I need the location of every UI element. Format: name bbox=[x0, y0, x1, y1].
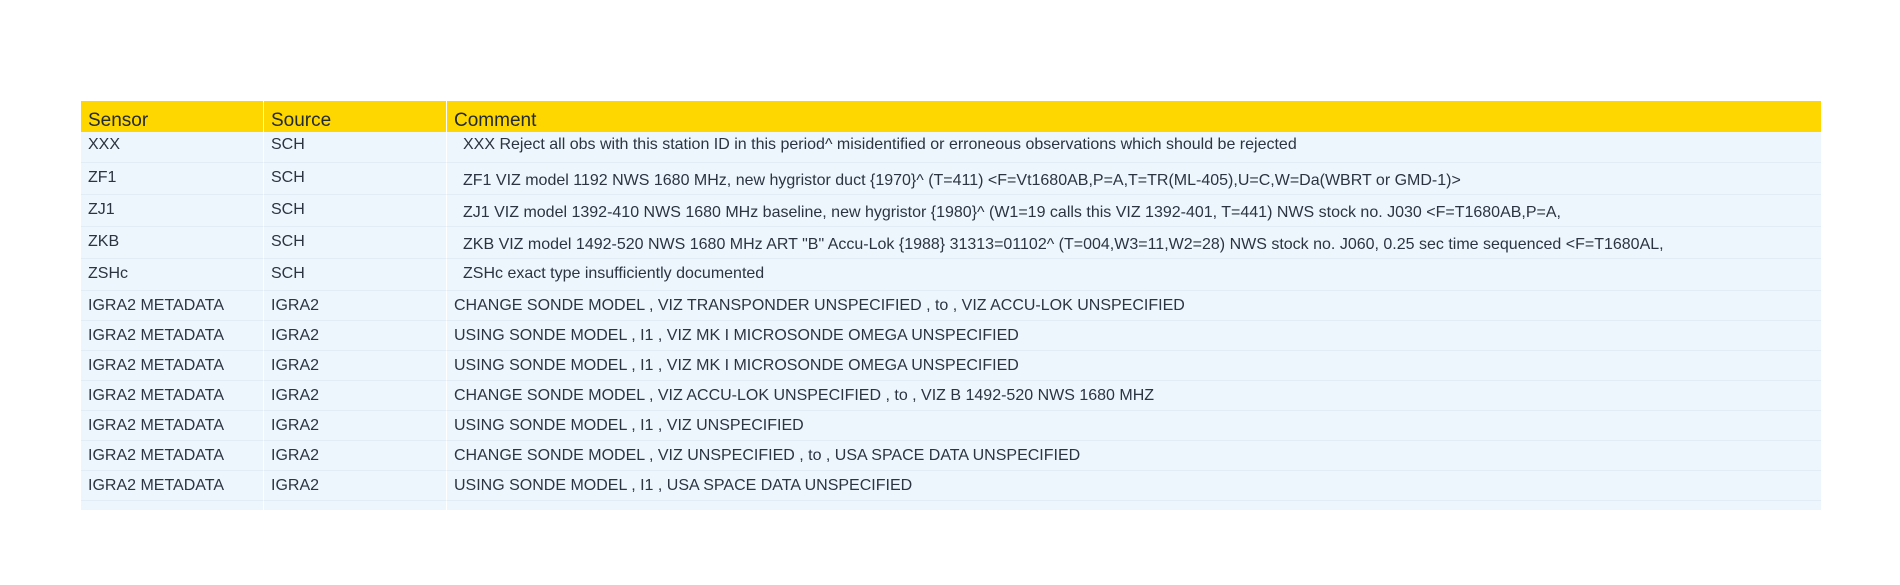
comment-cell: USING SONDE MODEL , I1 , VIZ UNSPECIFIED bbox=[447, 411, 1821, 441]
sensor-cell: IGRA2 METADATA bbox=[81, 411, 264, 441]
table-row: ZF1 SCH ZF1 VIZ model 1192 NWS 1680 MHz,… bbox=[81, 163, 1821, 195]
sensor-cell: ZJ1 bbox=[81, 195, 264, 227]
filler-cell bbox=[447, 501, 1821, 510]
comment-cell: CHANGE SONDE MODEL , VIZ TRANSPONDER UNS… bbox=[447, 291, 1821, 321]
comment-cell: USING SONDE MODEL , I1 , VIZ MK I MICROS… bbox=[447, 321, 1821, 351]
table-row: IGRA2 METADATA IGRA2 USING SONDE MODEL ,… bbox=[81, 351, 1821, 381]
source-cell: SCH bbox=[264, 259, 447, 291]
comment-cell: ZKB VIZ model 1492-520 NWS 1680 MHz ART … bbox=[447, 227, 1821, 259]
table-row: ZKB SCH ZKB VIZ model 1492-520 NWS 1680 … bbox=[81, 227, 1821, 259]
comment-cell: ZF1 VIZ model 1192 NWS 1680 MHz, new hyg… bbox=[447, 163, 1821, 195]
source-cell: SCH bbox=[264, 132, 447, 163]
sensor-cell: IGRA2 METADATA bbox=[81, 351, 264, 381]
comment-cell: XXX Reject all obs with this station ID … bbox=[447, 132, 1821, 163]
table-row: XXX SCH XXX Reject all obs with this sta… bbox=[81, 132, 1821, 163]
source-cell: IGRA2 bbox=[264, 381, 447, 411]
source-cell: IGRA2 bbox=[264, 471, 447, 501]
source-cell: SCH bbox=[264, 163, 447, 195]
comment-cell: ZSHc exact type insufficiently documente… bbox=[447, 259, 1821, 291]
table-row: IGRA2 METADATA IGRA2 USING SONDE MODEL ,… bbox=[81, 411, 1821, 441]
table-header: Sensor Source Comment bbox=[81, 101, 1821, 132]
sensor-cell: ZSHc bbox=[81, 259, 264, 291]
sensor-cell: IGRA2 METADATA bbox=[81, 381, 264, 411]
source-cell: SCH bbox=[264, 227, 447, 259]
comment-cell: USING SONDE MODEL , I1 , USA SPACE DATA … bbox=[447, 471, 1821, 501]
sensor-cell: IGRA2 METADATA bbox=[81, 291, 264, 321]
table-row: IGRA2 METADATA IGRA2 CHANGE SONDE MODEL … bbox=[81, 291, 1821, 321]
source-cell: IGRA2 bbox=[264, 291, 447, 321]
sensor-cell: XXX bbox=[81, 132, 264, 163]
column-header-sensor[interactable]: Sensor bbox=[81, 101, 264, 132]
filler-cell bbox=[81, 501, 264, 510]
sensor-cell: IGRA2 METADATA bbox=[81, 441, 264, 471]
comment-cell: CHANGE SONDE MODEL , VIZ UNSPECIFIED , t… bbox=[447, 441, 1821, 471]
table-row: IGRA2 METADATA IGRA2 CHANGE SONDE MODEL … bbox=[81, 381, 1821, 411]
column-header-source[interactable]: Source bbox=[264, 101, 447, 132]
source-cell: IGRA2 bbox=[264, 411, 447, 441]
sensor-cell: ZKB bbox=[81, 227, 264, 259]
table-row: IGRA2 METADATA IGRA2 CHANGE SONDE MODEL … bbox=[81, 441, 1821, 471]
comment-cell: CHANGE SONDE MODEL , VIZ ACCU-LOK UNSPEC… bbox=[447, 381, 1821, 411]
table-filler-row bbox=[81, 501, 1821, 510]
table-body: XXX SCH XXX Reject all obs with this sta… bbox=[81, 132, 1821, 510]
sensor-cell: IGRA2 METADATA bbox=[81, 321, 264, 351]
sensor-cell: ZF1 bbox=[81, 163, 264, 195]
source-cell: IGRA2 bbox=[264, 321, 447, 351]
table-row: ZJ1 SCH ZJ1 VIZ model 1392-410 NWS 1680 … bbox=[81, 195, 1821, 227]
header-row: Sensor Source Comment bbox=[81, 101, 1821, 132]
comment-cell: ZJ1 VIZ model 1392-410 NWS 1680 MHz base… bbox=[447, 195, 1821, 227]
table-row: ZSHc SCH ZSHc exact type insufficiently … bbox=[81, 259, 1821, 291]
comment-cell: USING SONDE MODEL , I1 , VIZ MK I MICROS… bbox=[447, 351, 1821, 381]
source-cell: SCH bbox=[264, 195, 447, 227]
sensor-metadata-table: Sensor Source Comment XXX SCH XXX Reject… bbox=[81, 101, 1821, 510]
filler-cell bbox=[264, 501, 447, 510]
source-cell: IGRA2 bbox=[264, 441, 447, 471]
source-cell: IGRA2 bbox=[264, 351, 447, 381]
table-row: IGRA2 METADATA IGRA2 USING SONDE MODEL ,… bbox=[81, 471, 1821, 501]
table-row: IGRA2 METADATA IGRA2 USING SONDE MODEL ,… bbox=[81, 321, 1821, 351]
sensor-cell: IGRA2 METADATA bbox=[81, 471, 264, 501]
column-header-comment[interactable]: Comment bbox=[447, 101, 1821, 132]
